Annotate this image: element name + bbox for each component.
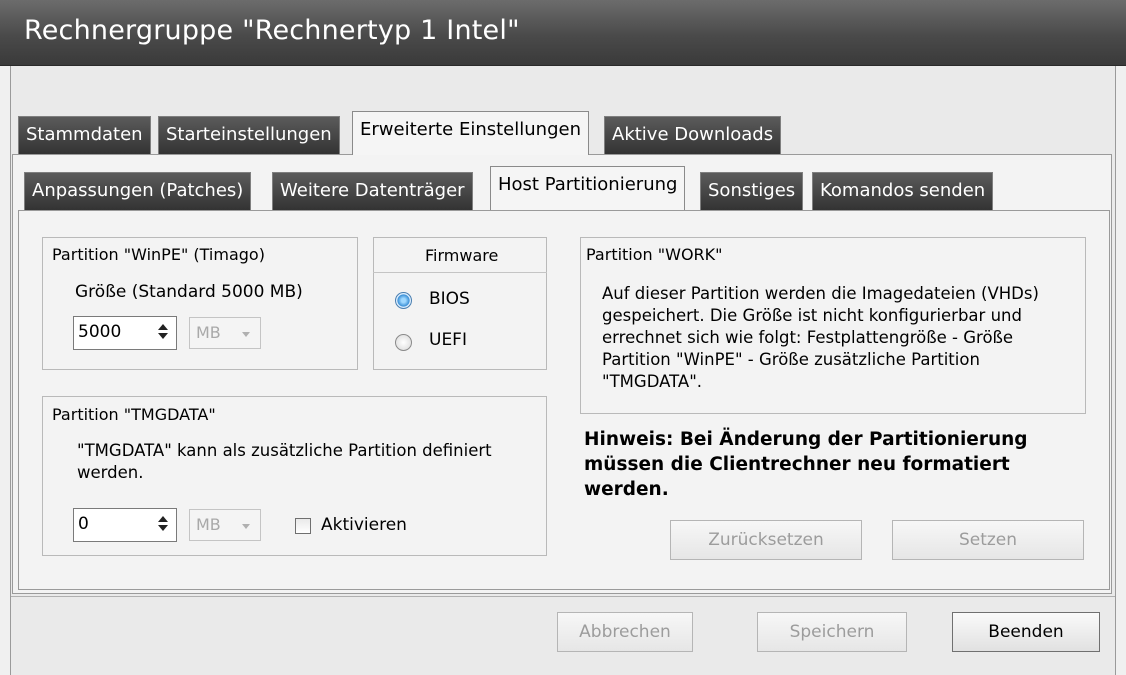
winpe-group-title: Partition "WinPE" (Timago) (52, 245, 265, 264)
firmware-divider (373, 272, 547, 273)
tmgdata-size-value: 0 (78, 514, 89, 534)
aktivieren-label: Aktivieren (321, 515, 407, 535)
dialog-window: Rechnergruppe "Rechnertyp 1 Intel" Stamm… (0, 0, 1126, 675)
save-button[interactable]: Speichern (757, 612, 907, 652)
tmgdata-group-title: Partition "TMGDATA" (52, 405, 216, 424)
uefi-label: UEFI (429, 330, 467, 350)
chevron-down-icon (242, 332, 250, 337)
tmgdata-unit-select: MB (189, 509, 261, 541)
bios-label: BIOS (429, 289, 470, 309)
tab-stammdaten[interactable]: Stammdaten (18, 116, 151, 154)
chevron-down-icon (242, 524, 250, 529)
winpe-size-value: 5000 (78, 322, 122, 342)
tmgdata-unit-value: MB (196, 515, 221, 534)
tmgdata-description: "TMGDATA" kann als zusätzliche Partition… (77, 441, 492, 482)
tab-starteinstellungen[interactable]: Starteinstellungen (158, 116, 340, 154)
uefi-radio[interactable] (395, 334, 412, 351)
cancel-button[interactable]: Abbrechen (557, 612, 693, 652)
tab-weitere-datentraeger[interactable]: Weitere Datenträger (272, 172, 473, 210)
work-description: Auf dieser Partition werden die Imagedat… (602, 284, 1039, 391)
tmgdata-size-stepper[interactable]: 0 (73, 508, 177, 542)
set-button[interactable]: Setzen (892, 520, 1084, 560)
work-group-title: Partition "WORK" (586, 245, 723, 264)
spin-arrows-icon[interactable] (157, 321, 169, 345)
winpe-size-stepper[interactable]: 5000 (73, 316, 177, 350)
winpe-size-label: Größe (Standard 5000 MB) (75, 282, 303, 302)
tab-anpassungen-patches[interactable]: Anpassungen (Patches) (24, 172, 252, 210)
firmware-group-title: Firmware (425, 246, 499, 265)
tab-host-partitionierung[interactable]: Host Partitionierung (490, 166, 686, 210)
winpe-unit-value: MB (196, 323, 221, 342)
close-button[interactable]: Beenden (952, 612, 1100, 652)
title-bar[interactable]: Rechnergruppe "Rechnertyp 1 Intel" (0, 0, 1126, 66)
reset-button[interactable]: Zurücksetzen (670, 520, 862, 560)
footer-divider (11, 596, 1115, 597)
tab-komandos-senden[interactable]: Komandos senden (812, 172, 994, 210)
aktivieren-checkbox[interactable] (295, 518, 311, 534)
bios-radio[interactable] (395, 292, 412, 309)
tab-sonstiges[interactable]: Sonstiges (700, 172, 804, 210)
partition-change-hint: Hinweis: Bei Änderung der Partitionierun… (584, 429, 1028, 500)
tab-erweiterte-einstellungen[interactable]: Erweiterte Einstellungen (352, 111, 589, 155)
tab-aktive-downloads[interactable]: Aktive Downloads (604, 116, 782, 154)
window-title: Rechnergruppe "Rechnertyp 1 Intel" (24, 15, 520, 46)
spin-arrows-icon[interactable] (157, 513, 169, 537)
winpe-unit-select: MB (189, 317, 261, 349)
